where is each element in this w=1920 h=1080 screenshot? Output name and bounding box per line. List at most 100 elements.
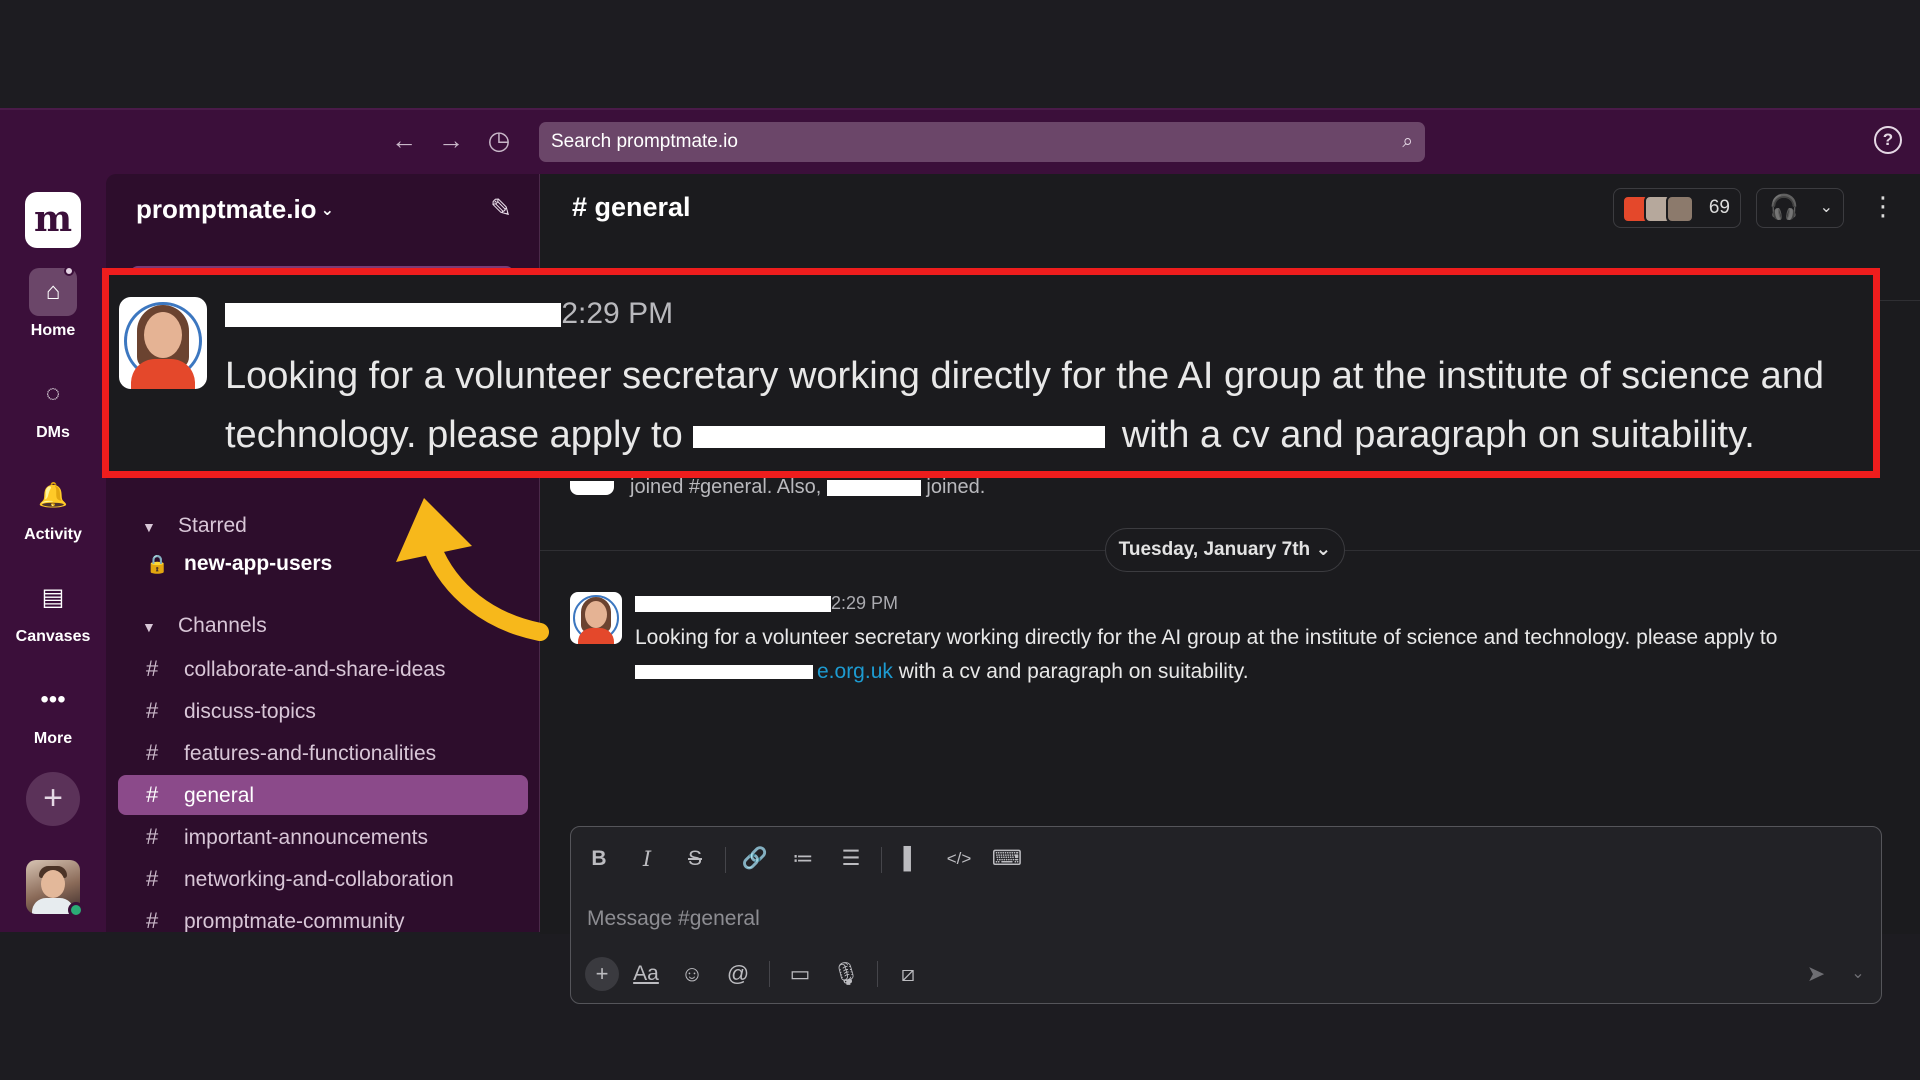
headphones-icon: 🎧 xyxy=(1769,194,1799,221)
message-text-part: Looking for a volunteer secretary workin… xyxy=(635,626,1778,649)
email-link[interactable]: e.org.uk xyxy=(817,660,893,683)
compose-icon[interactable]: ✎ xyxy=(485,192,517,224)
more-options-icon[interactable]: ⋮ xyxy=(1870,186,1896,226)
huddle-button[interactable]: 🎧 ⌄ xyxy=(1756,188,1844,228)
code-block-icon[interactable]: ⌨ xyxy=(991,843,1023,875)
link-icon[interactable]: 🔗 xyxy=(739,843,771,875)
channel-title[interactable]: # general xyxy=(572,192,691,223)
channel-name: general xyxy=(184,784,255,807)
date-divider-button[interactable]: Tuesday, January 7th ⌄ xyxy=(1105,528,1345,572)
slack-app-window: ← → ◷ Search promptmate.io ⌕ ? m ⌂ Home … xyxy=(0,108,1920,1004)
channel-name: collaborate-and-share-ideas xyxy=(184,658,446,681)
message-time[interactable]: 2:29 PM xyxy=(831,593,898,613)
rail-item-canvases[interactable]: ▤ Canvases xyxy=(0,574,106,646)
ordered-list-icon[interactable]: ≔ xyxy=(787,843,819,875)
rail-item-home[interactable]: ⌂ Home xyxy=(0,266,106,340)
channel-name: networking-and-collaboration xyxy=(184,868,454,891)
channel-name: promptmate-community xyxy=(184,910,405,932)
toolbar-separator xyxy=(877,961,878,987)
workspace-logo[interactable]: m xyxy=(25,192,81,248)
bullet-list-icon[interactable]: ☰ xyxy=(835,843,867,875)
rail-item-activity[interactable]: 🔔 Activity xyxy=(0,472,106,544)
italic-icon[interactable]: I xyxy=(631,843,663,875)
attach-plus-icon[interactable]: + xyxy=(585,957,619,991)
microphone-icon[interactable]: 🎙 xyxy=(829,957,863,991)
send-options-chevron-icon[interactable]: ⌄ xyxy=(1841,957,1875,991)
message-input[interactable] xyxy=(587,901,1847,937)
hash-icon: # xyxy=(146,740,159,765)
toolbar-separator xyxy=(725,847,726,873)
channel-name: discuss-topics xyxy=(184,700,316,723)
avatar-face xyxy=(585,601,607,628)
rail-label-canvases: Canvases xyxy=(15,628,91,645)
rail-item-dms[interactable]: ◌ DMs xyxy=(0,370,106,442)
sidebar-item-promptmate-community[interactable]: # promptmate-community xyxy=(118,901,528,932)
section-header-starred[interactable]: ▼ Starred xyxy=(142,514,247,538)
redacted-avatar xyxy=(570,480,614,495)
emoji-icon[interactable]: ☺ xyxy=(675,957,709,991)
channel-name: important-announcements xyxy=(184,826,428,849)
top-bar: ← → ◷ Search promptmate.io ⌕ ? xyxy=(0,110,1920,174)
sidebar-item-networking-and-collaboration[interactable]: # networking-and-collaboration xyxy=(118,859,528,899)
avatar-face xyxy=(144,312,182,358)
workspace-name: promptmate.io xyxy=(136,194,317,224)
chevron-down-icon: ⌄ xyxy=(320,202,334,219)
blockquote-icon[interactable]: ▌ xyxy=(895,843,927,875)
formatting-toggle-icon[interactable]: Aa xyxy=(629,957,663,991)
redacted-email xyxy=(635,665,813,680)
join-text: joined #general. Also, xyxy=(630,476,822,498)
redacted-email xyxy=(693,425,1106,448)
sidebar-item-important-announcements[interactable]: # important-announcements xyxy=(118,817,528,857)
sidebar-item-general[interactable]: # general xyxy=(118,775,528,815)
zoomed-message-callout: 2:29 PM Looking for a volunteer secretar… xyxy=(102,268,1880,478)
rail-label-more: More xyxy=(33,730,73,747)
redacted-name xyxy=(826,479,921,496)
forward-arrow-icon[interactable]: → xyxy=(435,124,467,156)
back-arrow-icon[interactable]: ← xyxy=(388,124,420,156)
caret-down-icon: ▼ xyxy=(142,619,156,635)
strikethrough-icon[interactable]: S xyxy=(679,843,711,875)
toolbar-separator xyxy=(881,847,882,873)
hash-icon: # xyxy=(146,782,159,807)
code-icon[interactable]: </> xyxy=(943,843,975,875)
rail-item-more[interactable]: ••• More xyxy=(0,676,106,748)
chevron-down-icon: ⌄ xyxy=(1819,199,1833,216)
section-header-channels[interactable]: ▼ Channels xyxy=(142,614,267,638)
icon-rail: m ⌂ Home ◌ DMs 🔔 Activity ▤ Canvases •••… xyxy=(0,174,106,934)
message-header: 2:29 PM xyxy=(635,592,1890,615)
rail-label-home: Home xyxy=(30,322,76,339)
sidebar-item-discuss-topics[interactable]: # discuss-topics xyxy=(118,691,528,731)
hash-icon: # xyxy=(146,824,159,849)
callout-avatar xyxy=(119,297,207,389)
add-workspace-button[interactable]: + xyxy=(26,772,80,826)
yellow-arrow-annotation xyxy=(396,498,549,641)
member-avatar xyxy=(1666,195,1694,223)
hash-icon: # xyxy=(146,656,159,681)
avatar-top xyxy=(578,628,614,644)
video-clip-icon[interactable]: ▭ xyxy=(783,957,817,991)
lock-icon: 🔒 xyxy=(146,554,169,574)
avatar-top xyxy=(131,359,195,389)
sender-avatar[interactable] xyxy=(570,592,622,644)
join-notice: joined #general. Also, joined. xyxy=(570,476,985,499)
slash-command-icon[interactable]: ⧄ xyxy=(891,957,925,991)
sender-name[interactable] xyxy=(635,592,831,615)
bold-icon[interactable]: B xyxy=(583,843,615,875)
history-clock-icon[interactable]: ◷ xyxy=(483,124,515,156)
workspace-name-menu[interactable]: promptmate.io ⌄ xyxy=(136,194,334,225)
join-text-end: joined. xyxy=(926,476,986,498)
sidebar-item-collaborate-and-share-ideas[interactable]: # collaborate-and-share-ideas xyxy=(118,649,528,689)
mention-icon[interactable]: @ xyxy=(721,957,755,991)
search-input[interactable]: Search promptmate.io ⌕ xyxy=(539,122,1425,162)
send-icon[interactable]: ➤ xyxy=(1799,957,1833,991)
redacted-sender-name xyxy=(635,595,831,612)
callout-time: 2:29 PM xyxy=(561,297,674,330)
help-icon[interactable]: ? xyxy=(1874,126,1902,154)
toolbar-separator xyxy=(769,961,770,987)
member-count: 69 xyxy=(1708,197,1730,218)
arrow-shaft xyxy=(423,538,549,641)
members-button[interactable]: 69 xyxy=(1613,188,1741,228)
hash-icon: # xyxy=(146,698,159,723)
sidebar-item-features-and-functionalities[interactable]: # features-and-functionalities xyxy=(118,733,528,773)
search-placeholder: Search promptmate.io xyxy=(551,131,738,152)
